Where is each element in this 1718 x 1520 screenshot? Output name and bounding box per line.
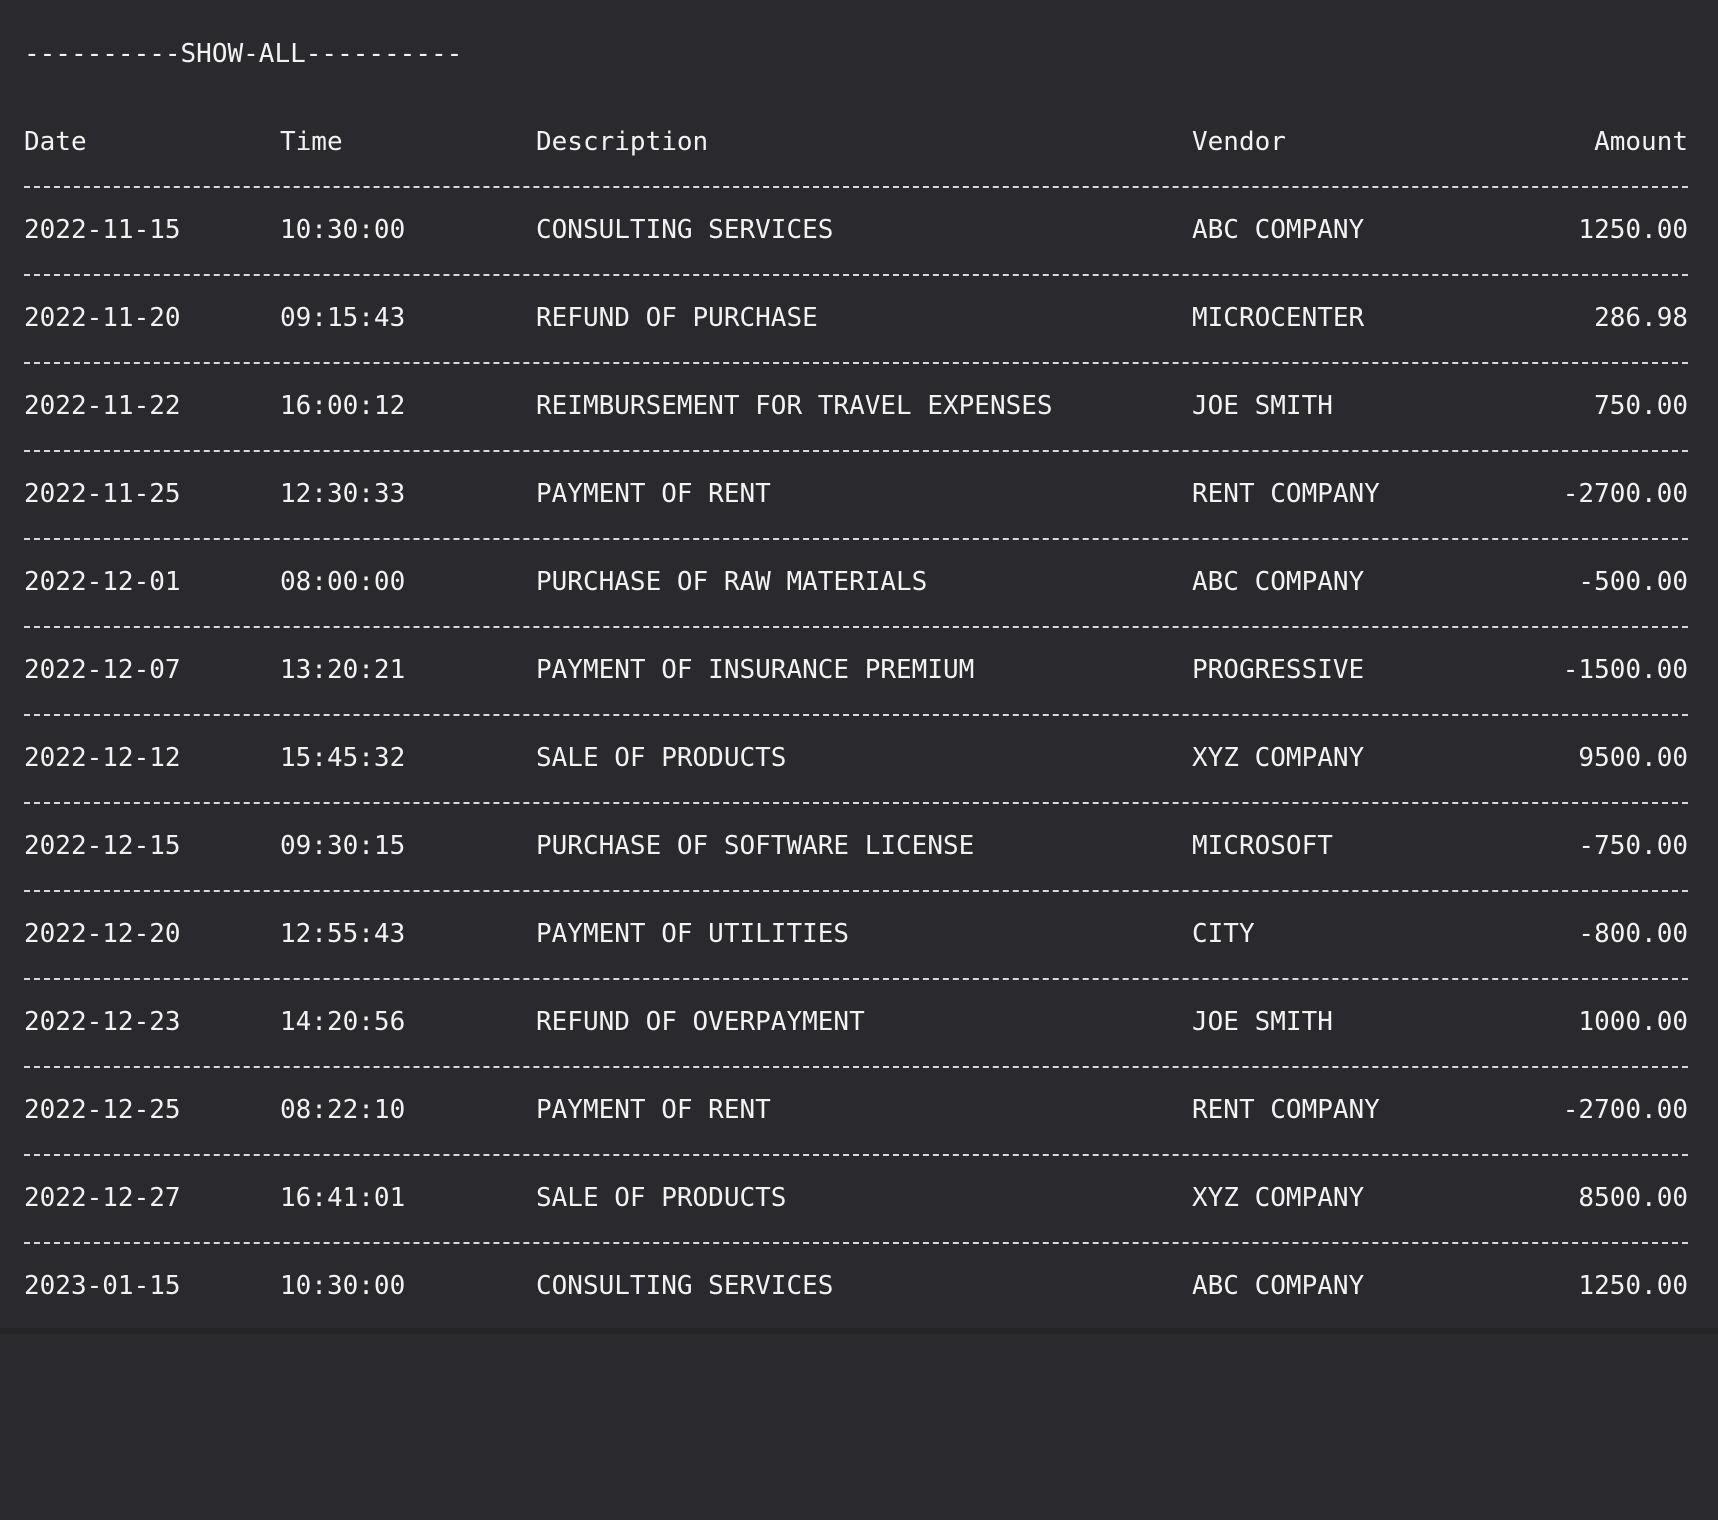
cell-amount: 1000.00 <box>1578 1007 1688 1037</box>
row-separator <box>24 1242 1688 1244</box>
cell-amount: -1500.00 <box>1562 655 1688 685</box>
cell-time: 09:30:15 <box>280 831 406 861</box>
cell-description: CONSULTING SERVICES <box>536 215 834 245</box>
cell-description: PAYMENT OF UTILITIES <box>536 919 850 949</box>
cell-amount: -2700.00 <box>1562 1095 1688 1125</box>
cell-amount: -500.00 <box>1578 567 1688 597</box>
cell-time: 10:30:00 <box>280 215 406 245</box>
column-header-amount: Amount <box>1594 127 1688 157</box>
row-separator <box>24 274 1688 276</box>
cell-amount: -800.00 <box>1578 919 1688 949</box>
row-separator <box>24 1066 1688 1068</box>
table-row: 2022-12-01 08:00:00 PURCHASE OF RAW MATE… <box>24 564 1688 600</box>
cell-description: PAYMENT OF RENT <box>536 479 771 509</box>
cell-date: 2022-12-01 <box>24 567 181 597</box>
table-row: 2022-12-20 12:55:43 PAYMENT OF UTILITIES… <box>24 916 1688 952</box>
cell-date: 2023-01-15 <box>24 1271 181 1301</box>
cell-vendor: MICROSOFT <box>1192 831 1333 861</box>
cell-amount: 8500.00 <box>1578 1183 1688 1213</box>
cell-amount: -2700.00 <box>1562 479 1688 509</box>
cell-time: 08:00:00 <box>280 567 406 597</box>
cell-description: PAYMENT OF RENT <box>536 1095 771 1125</box>
table-row: 2023-01-15 10:30:00 CONSULTING SERVICES … <box>24 1268 1688 1304</box>
cell-vendor: RENT COMPANY <box>1192 1095 1380 1125</box>
column-header-date: Date <box>24 127 87 157</box>
terminal-bottom-edge <box>0 1328 1718 1334</box>
cell-date: 2022-12-27 <box>24 1183 181 1213</box>
cell-amount: 750.00 <box>1594 391 1688 421</box>
cell-amount: 1250.00 <box>1578 215 1688 245</box>
cell-date: 2022-11-25 <box>24 479 181 509</box>
cell-description: SALE OF PRODUCTS <box>536 1183 787 1213</box>
cell-time: 14:20:56 <box>280 1007 406 1037</box>
cell-time: 13:20:21 <box>280 655 406 685</box>
row-separator <box>24 1154 1688 1156</box>
cell-vendor: XYZ COMPANY <box>1192 1183 1365 1213</box>
cell-time: 16:00:12 <box>280 391 406 421</box>
table-row: 2022-12-27 16:41:01 SALE OF PRODUCTS XYZ… <box>24 1180 1688 1216</box>
cell-time: 09:15:43 <box>280 303 406 333</box>
row-separator <box>24 362 1688 364</box>
row-separator <box>24 626 1688 628</box>
table-row: 2022-12-15 09:30:15 PURCHASE OF SOFTWARE… <box>24 828 1688 864</box>
cell-amount: -750.00 <box>1578 831 1688 861</box>
table-row: 2022-12-23 14:20:56 REFUND OF OVERPAYMEN… <box>24 1004 1688 1040</box>
cell-vendor: ABC COMPANY <box>1192 1271 1365 1301</box>
table-row: 2022-11-15 10:30:00 CONSULTING SERVICES … <box>24 212 1688 248</box>
cell-vendor: RENT COMPANY <box>1192 479 1380 509</box>
cell-vendor: CITY <box>1192 919 1255 949</box>
cell-vendor: PROGRESSIVE <box>1192 655 1365 685</box>
table-row: 2022-12-07 13:20:21 PAYMENT OF INSURANCE… <box>24 652 1688 688</box>
cell-description: PURCHASE OF RAW MATERIALS <box>536 567 928 597</box>
cell-description: REFUND OF PURCHASE <box>536 303 818 333</box>
cell-amount: 9500.00 <box>1578 743 1688 773</box>
cell-date: 2022-12-15 <box>24 831 181 861</box>
table-row: 2022-12-25 08:22:10 PAYMENT OF RENT RENT… <box>24 1092 1688 1128</box>
table-row: 2022-11-22 16:00:12 REIMBURSEMENT FOR TR… <box>24 388 1688 424</box>
column-header-description: Description <box>536 127 709 157</box>
row-separator <box>24 186 1688 188</box>
cell-description: SALE OF PRODUCTS <box>536 743 787 773</box>
row-separator <box>24 450 1688 452</box>
show-all-banner: ----------SHOW-ALL---------- <box>24 39 463 69</box>
row-separator <box>24 978 1688 980</box>
cell-description: PURCHASE OF SOFTWARE LICENSE <box>536 831 975 861</box>
cell-amount: 286.98 <box>1594 303 1688 333</box>
table-row: 2022-12-12 15:45:32 SALE OF PRODUCTS XYZ… <box>24 740 1688 776</box>
table-header: Date Time Description Vendor Amount <box>24 124 1688 160</box>
row-separator <box>24 890 1688 892</box>
cell-time: 12:55:43 <box>280 919 406 949</box>
cell-date: 2022-12-07 <box>24 655 181 685</box>
cell-time: 12:30:33 <box>280 479 406 509</box>
cell-vendor: ABC COMPANY <box>1192 215 1365 245</box>
cell-description: PAYMENT OF INSURANCE PREMIUM <box>536 655 975 685</box>
cell-date: 2022-12-12 <box>24 743 181 773</box>
cell-date: 2022-12-23 <box>24 1007 181 1037</box>
cell-vendor: XYZ COMPANY <box>1192 743 1365 773</box>
cell-date: 2022-12-25 <box>24 1095 181 1125</box>
cell-description: REFUND OF OVERPAYMENT <box>536 1007 865 1037</box>
cell-vendor: ABC COMPANY <box>1192 567 1365 597</box>
cell-date: 2022-11-20 <box>24 303 181 333</box>
column-header-vendor: Vendor <box>1192 127 1286 157</box>
cell-vendor: JOE SMITH <box>1192 1007 1333 1037</box>
cell-time: 15:45:32 <box>280 743 406 773</box>
row-separator <box>24 538 1688 540</box>
cell-vendor: MICROCENTER <box>1192 303 1365 333</box>
cell-date: 2022-12-20 <box>24 919 181 949</box>
cell-amount: 1250.00 <box>1578 1271 1688 1301</box>
row-separator <box>24 802 1688 804</box>
table-row: 2022-11-25 12:30:33 PAYMENT OF RENT RENT… <box>24 476 1688 512</box>
cell-time: 10:30:00 <box>280 1271 406 1301</box>
cell-date: 2022-11-22 <box>24 391 181 421</box>
table-row: 2022-11-20 09:15:43 REFUND OF PURCHASE M… <box>24 300 1688 336</box>
row-separator <box>24 714 1688 716</box>
cell-time: 16:41:01 <box>280 1183 406 1213</box>
cell-date: 2022-11-15 <box>24 215 181 245</box>
cell-time: 08:22:10 <box>280 1095 406 1125</box>
cell-vendor: JOE SMITH <box>1192 391 1333 421</box>
cell-description: CONSULTING SERVICES <box>536 1271 834 1301</box>
column-header-time: Time <box>280 127 343 157</box>
cell-description: REIMBURSEMENT FOR TRAVEL EXPENSES <box>536 391 1053 421</box>
